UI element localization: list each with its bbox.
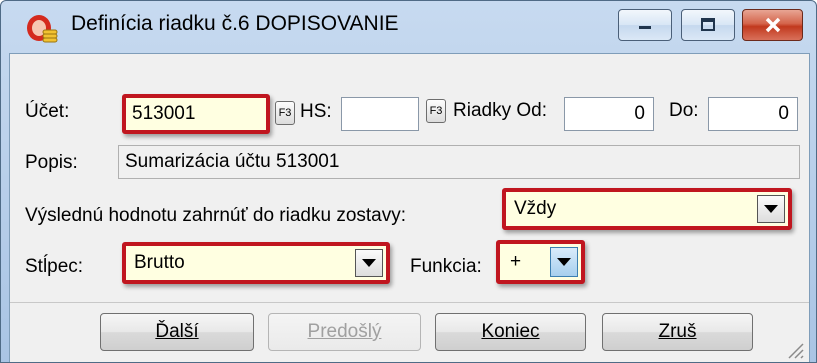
predosly-button[interactable]: Predošlý <box>268 313 421 351</box>
chevron-down-icon[interactable] <box>550 247 578 277</box>
ucet-label: Účet: <box>25 101 70 122</box>
do-input[interactable]: 0 <box>708 97 798 131</box>
funkcia-label: Funkcia: <box>410 256 482 277</box>
stlpec-select[interactable]: Brutto <box>122 242 390 284</box>
chevron-down-icon[interactable] <box>757 195 785 223</box>
coins-stack-icon <box>25 11 59 45</box>
funkcia-value: + <box>510 251 522 272</box>
close-icon <box>765 17 780 33</box>
dialog-window: Definícia riadku č.6 DOPISOVANIE Účet: 5… <box>0 0 817 363</box>
koniec-button[interactable]: Koniec <box>435 313 586 351</box>
funkcia-select[interactable]: + <box>496 240 585 284</box>
predosly-button-label: Predošlý <box>307 321 382 342</box>
title-bar[interactable]: Definícia riadku č.6 DOPISOVANIE <box>1 1 816 53</box>
divider <box>10 302 809 303</box>
chevron-down-icon[interactable] <box>355 249 383 277</box>
maximize-button[interactable] <box>681 9 735 41</box>
do-label: Do: <box>669 100 699 121</box>
zrus-button-label: Zruš <box>658 321 697 342</box>
zrus-button[interactable]: Zruš <box>602 313 753 351</box>
riadky-od-input[interactable]: 0 <box>564 97 654 131</box>
dialog-content: Účet: 513001 F3 HS: F3 Riadky Od: 0 Do: … <box>9 53 810 362</box>
dalsi-button-label: Ďalší <box>155 321 199 342</box>
popis-field: Sumarizácia účtu 513001 <box>118 145 800 179</box>
riadky-od-label: Riadky Od: <box>453 100 547 121</box>
maximize-icon <box>701 18 715 31</box>
hs-f3-button[interactable]: F3 <box>426 99 446 123</box>
minimize-icon <box>639 26 651 29</box>
dalsi-button[interactable]: Ďalší <box>100 313 254 351</box>
close-button[interactable] <box>742 9 803 41</box>
vysledna-hodnota-value: Vždy <box>514 198 557 219</box>
resize-grip-icon[interactable] <box>785 340 805 360</box>
ucet-f3-button[interactable]: F3 <box>275 101 295 125</box>
window-title: Definícia riadku č.6 DOPISOVANIE <box>71 12 399 35</box>
vysledna-hodnota-label: Výslednú hodnotu zahrnúť do riadku zosta… <box>25 205 407 226</box>
stlpec-value: Brutto <box>134 252 185 273</box>
vysledna-hodnota-select[interactable]: Vždy <box>502 188 792 230</box>
hs-label: HS: <box>300 101 332 122</box>
popis-label: Popis: <box>25 152 78 173</box>
koniec-button-label: Koniec <box>481 321 540 342</box>
minimize-button[interactable] <box>618 9 672 41</box>
ucet-input[interactable]: 513001 <box>122 94 270 134</box>
stlpec-label: Stĺpec: <box>25 256 84 277</box>
hs-input[interactable] <box>341 97 419 131</box>
